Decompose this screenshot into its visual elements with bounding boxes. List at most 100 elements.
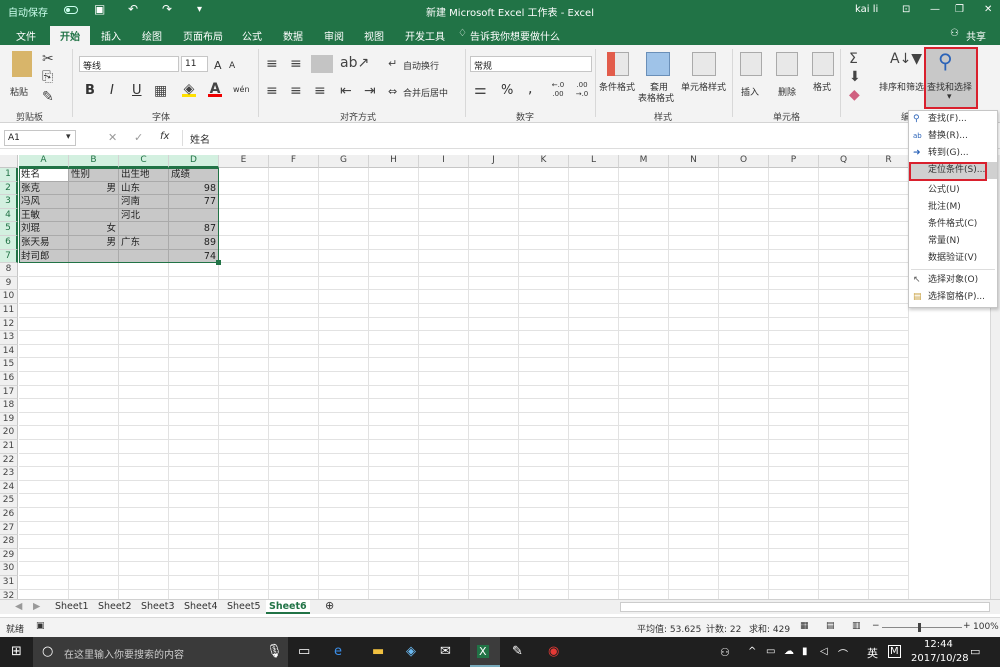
copy-icon[interactable]: ⎘ bbox=[42, 69, 53, 85]
grid-cell[interactable] bbox=[69, 521, 119, 536]
tray-chevron-icon[interactable]: ^ bbox=[748, 646, 756, 657]
autosave-toggle[interactable] bbox=[64, 6, 78, 14]
tab-draw[interactable]: 绘图 bbox=[142, 28, 162, 43]
table-cell[interactable]: 出生地 bbox=[119, 168, 169, 182]
table-cell[interactable]: 女 bbox=[69, 222, 119, 236]
grid-cell[interactable] bbox=[769, 208, 819, 223]
sort-filter-icon[interactable]: A↓▼ bbox=[890, 51, 922, 67]
task-view-icon[interactable]: ▭ bbox=[298, 644, 310, 659]
grid-cell[interactable] bbox=[819, 576, 869, 590]
table-cell[interactable] bbox=[69, 208, 119, 223]
grid-cell[interactable] bbox=[869, 222, 909, 236]
grid-cell[interactable] bbox=[719, 521, 769, 536]
grid-cell[interactable] bbox=[669, 494, 719, 508]
grid-cell[interactable] bbox=[419, 317, 469, 332]
grid-cell[interactable] bbox=[719, 453, 769, 468]
grid-cell[interactable] bbox=[119, 453, 169, 468]
grid-cell[interactable] bbox=[219, 344, 269, 359]
grid-cell[interactable] bbox=[319, 236, 369, 250]
grid-cell[interactable] bbox=[169, 480, 219, 495]
grid-cell[interactable] bbox=[319, 412, 369, 427]
grid-cell[interactable] bbox=[269, 358, 319, 372]
menu-item-comments[interactable]: 批注(M) bbox=[909, 199, 997, 216]
grid-cell[interactable] bbox=[369, 168, 419, 182]
grid-cell[interactable] bbox=[219, 208, 269, 223]
sheet-tab-4[interactable]: Sheet4 bbox=[181, 600, 221, 614]
grid-cell[interactable] bbox=[619, 562, 669, 576]
grid-cell[interactable] bbox=[469, 208, 519, 223]
align-left-icon[interactable]: ≡ bbox=[266, 83, 278, 99]
grid-cell[interactable] bbox=[219, 317, 269, 332]
row-header[interactable]: 15 bbox=[0, 358, 18, 372]
grid-cell[interactable] bbox=[719, 508, 769, 522]
grid-cell[interactable] bbox=[469, 344, 519, 359]
grid-cell[interactable] bbox=[169, 412, 219, 427]
grid-cell[interactable] bbox=[419, 508, 469, 522]
grid-cell[interactable] bbox=[869, 385, 909, 400]
decrease-decimal-button[interactable]: .00 →.0 bbox=[572, 81, 592, 99]
grid-cell[interactable] bbox=[269, 508, 319, 522]
grid-cell[interactable] bbox=[519, 249, 569, 264]
grid-cell[interactable] bbox=[469, 372, 519, 386]
grid-cell[interactable] bbox=[769, 399, 819, 413]
grid-cell[interactable] bbox=[719, 412, 769, 427]
grid-cell[interactable] bbox=[869, 249, 909, 264]
grid-cell[interactable] bbox=[469, 494, 519, 508]
increase-decimal-button[interactable]: ←.0 .00 bbox=[548, 81, 568, 99]
grid-cell[interactable] bbox=[519, 576, 569, 590]
grid-cell[interactable] bbox=[469, 562, 519, 576]
grid-cell[interactable] bbox=[769, 412, 819, 427]
grid-cell[interactable] bbox=[819, 521, 869, 536]
grid-cell[interactable] bbox=[569, 535, 619, 549]
grid-cell[interactable] bbox=[569, 508, 619, 522]
grid-cell[interactable] bbox=[569, 181, 619, 196]
row-header[interactable]: 20 bbox=[0, 426, 18, 440]
grid-cell[interactable] bbox=[269, 372, 319, 386]
insert-cells-button[interactable]: 插入 bbox=[741, 85, 759, 98]
grid-cell[interactable] bbox=[119, 331, 169, 345]
grid-cell[interactable] bbox=[869, 521, 909, 536]
grid-cell[interactable] bbox=[519, 521, 569, 536]
macro-record-icon[interactable]: ▣ bbox=[36, 621, 45, 631]
table-cell[interactable]: 王敏 bbox=[19, 208, 69, 223]
fill-color-icon[interactable]: ◈ bbox=[182, 81, 196, 97]
grid-cell[interactable] bbox=[569, 222, 619, 236]
font-size-dropdown[interactable]: 11 bbox=[181, 56, 208, 72]
grid-cell[interactable] bbox=[119, 576, 169, 590]
grid-cell[interactable] bbox=[119, 508, 169, 522]
grid-cell[interactable] bbox=[619, 372, 669, 386]
row-header[interactable]: 22 bbox=[0, 453, 18, 468]
grid-cell[interactable] bbox=[569, 440, 619, 454]
grid-cell[interactable] bbox=[569, 385, 619, 400]
grid-cell[interactable] bbox=[19, 358, 69, 372]
add-sheet-icon[interactable]: ⊕ bbox=[322, 599, 337, 613]
grid-cell[interactable] bbox=[369, 181, 419, 196]
table-cell[interactable]: 87 bbox=[169, 222, 219, 236]
grid-cell[interactable] bbox=[719, 576, 769, 590]
prev-sheet-icon[interactable]: ◀ bbox=[12, 600, 25, 614]
grid-cell[interactable] bbox=[419, 181, 469, 196]
grid-cell[interactable] bbox=[19, 453, 69, 468]
grid-cell[interactable] bbox=[519, 276, 569, 291]
grid-cell[interactable] bbox=[219, 576, 269, 590]
grid-cell[interactable] bbox=[819, 562, 869, 576]
grid-cell[interactable] bbox=[319, 181, 369, 196]
grid-cell[interactable] bbox=[219, 181, 269, 196]
grid-cell[interactable] bbox=[219, 426, 269, 440]
grid-cell[interactable] bbox=[769, 576, 819, 590]
grid-cell[interactable] bbox=[769, 195, 819, 209]
grid-cell[interactable] bbox=[719, 168, 769, 182]
grid-cell[interactable] bbox=[69, 372, 119, 386]
italic-button[interactable]: I bbox=[110, 83, 114, 98]
grid-cell[interactable] bbox=[569, 494, 619, 508]
grid-cell[interactable] bbox=[419, 535, 469, 549]
grid-cell[interactable] bbox=[269, 222, 319, 236]
grid-cell[interactable] bbox=[869, 304, 909, 318]
font-color-icon[interactable]: A bbox=[208, 81, 222, 97]
tab-review[interactable]: 审阅 bbox=[324, 28, 344, 43]
grid-cell[interactable] bbox=[419, 304, 469, 318]
grid-cell[interactable] bbox=[669, 236, 719, 250]
menu-item-replace[interactable]: ab 替换(R)... bbox=[909, 128, 997, 145]
grid-cell[interactable] bbox=[319, 480, 369, 495]
sheet-tab-6-active[interactable]: Sheet6 bbox=[266, 600, 310, 614]
